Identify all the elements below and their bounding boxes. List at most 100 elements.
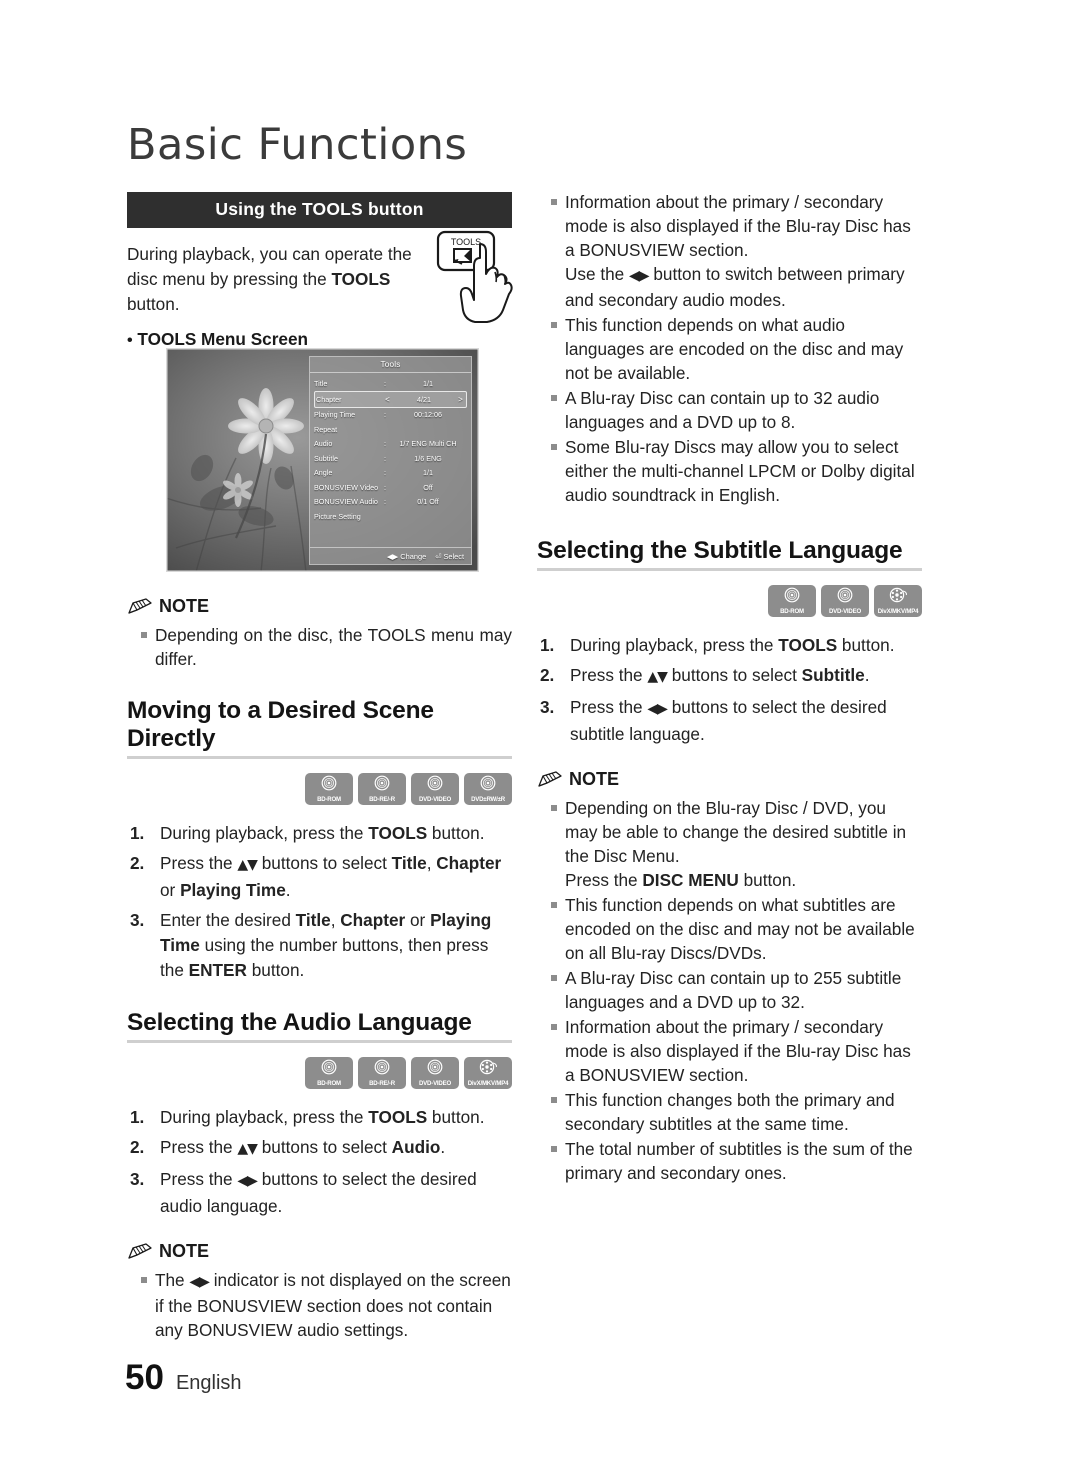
steps-audio-language: 1. During playback, press the TOOLS butto… [127, 1105, 512, 1219]
divx-film-icon [479, 1059, 498, 1075]
tools-row-label: Chapter [316, 394, 342, 404]
tools-row-label: Repeat [314, 424, 338, 434]
tools-row[interactable]: Angle: 1/1 [314, 466, 467, 481]
disc-badge: BD-ROM [305, 1057, 353, 1089]
disc-badge-label: BD-ROM [317, 796, 341, 803]
tools-menu-screenshot: Tools Title: 1/1 Chapter <4/21 > Playing Time… [166, 348, 479, 572]
step-text: Press the ▲▼ buttons to select Subtitle. [570, 665, 870, 685]
right-column: Information about the primary / secondar… [537, 190, 922, 1186]
tools-row-label: Angle [314, 468, 333, 478]
step-text: During playback, press the TOOLS button. [160, 1107, 485, 1127]
tools-row-label: BONUSVIEW Video [314, 482, 379, 492]
intro-text-2: button. [127, 294, 180, 314]
tools-row-label: BONUSVIEW Audio [314, 497, 378, 507]
disc-badge: DVD±RW/±R [464, 773, 512, 805]
note-item: Depending on the Blu-ray Disc / DVD, you… [537, 796, 922, 892]
step-item: 2. Press the ▲▼ buttons to select Title, … [127, 851, 512, 903]
tools-row[interactable]: Subtitle: 1/6 ENG [314, 451, 467, 466]
disc-badge-label: BD-ROM [317, 1080, 341, 1087]
disc-icon [427, 775, 443, 791]
step-item: 3. Press the ◀▶ buttons to select the des… [127, 1167, 512, 1219]
note-item: This function changes both the primary a… [537, 1088, 922, 1136]
disc-badge-label: BD-RE/-R [369, 796, 395, 803]
footer-select: ⏎ Select [435, 552, 464, 561]
step-number: 1. [130, 823, 145, 843]
tools-row-value: Off [423, 482, 433, 492]
tools-row[interactable]: Playing Time: 00:12:06 [314, 408, 467, 423]
left-arrow-icon[interactable]: < [383, 395, 392, 404]
note-item: The ◀▶ indicator is not displayed on the… [127, 1268, 512, 1342]
tools-row-separator: : [384, 497, 386, 507]
step-number: 3. [130, 1169, 145, 1189]
step-number: 2. [130, 853, 145, 873]
note-block-subtitle: NOTE Depending on the Blu-ray Disc / DVD… [537, 769, 922, 1185]
note-item: Information about the primary / secondar… [537, 190, 922, 312]
change-label: Change [400, 551, 427, 561]
tools-row[interactable]: BONUSVIEW Audio: 0/1 Off [314, 495, 467, 510]
note-item: The total number of subtitles is the sum… [537, 1137, 922, 1185]
tools-row-selected[interactable]: Chapter <4/21 > [314, 390, 467, 408]
step-item: 2. Press the ▲▼ buttons to select Subtitl… [537, 663, 922, 690]
tools-row-value: 0/1 Off [417, 497, 439, 507]
step-number: 2. [130, 1137, 145, 1157]
note-item: This function depends on what audio lang… [537, 313, 922, 385]
disc-badges-subtitle-language: BD-ROM DVD-VIDEO DivX/MKV/MP4 [537, 585, 922, 617]
note-items-tools: Depending on the disc, the TOOLS menu ma… [127, 623, 512, 671]
manual-page: Basic Functions Using the TOOLS button D… [0, 0, 1080, 1479]
tools-row-separator: : [384, 410, 386, 420]
disc-badge: BD-RE/-R [358, 773, 406, 805]
tools-panel-rows: Title: 1/1 Chapter <4/21 > Playing Time: 00:12… [310, 373, 471, 524]
step-text: During playback, press the TOOLS button. [160, 823, 485, 843]
note-block-audio: NOTE The ◀▶ indicator is not displayed o… [127, 1241, 512, 1342]
heading-audio-language: Selecting the Audio Language [127, 1009, 512, 1043]
right-arrow-icon[interactable]: > [456, 395, 465, 404]
tools-row-value: 00:12:06 [414, 410, 442, 420]
step-number: 1. [540, 635, 555, 655]
tools-row[interactable]: Title: 1/1 [314, 376, 467, 391]
disc-badge: DivX/MKV/MP4 [874, 585, 922, 617]
disc-badge-label: DVD-VIDEO [418, 796, 452, 803]
change-arrows-icon: ◀▶ [386, 551, 399, 561]
tools-row-separator: : [384, 439, 386, 449]
tools-menu-screen-caption: • TOOLS Menu Screen [127, 329, 512, 350]
pencil-icon [128, 598, 152, 614]
tools-row[interactable]: Audio: 1/7 ENG Multi CH [314, 437, 467, 452]
step-text: During playback, press the TOOLS button. [570, 635, 895, 655]
step-text: Enter the desired Title, Chapter or Play… [160, 910, 492, 980]
tools-row-separator: : [384, 378, 386, 388]
disc-badges-audio-language: BD-ROM BD-RE/-R DVD-VIDEO DivX/MKV/MP4 [127, 1057, 512, 1089]
note-item: Information about the primary / secondar… [537, 1015, 922, 1087]
step-text: Press the ▲▼ buttons to select Audio. [160, 1137, 446, 1157]
note-item: Some Blu-ray Discs may allow you to sele… [537, 435, 922, 507]
tools-row-value: 1/1 [423, 378, 433, 388]
tools-panel-title: Tools [310, 357, 471, 373]
disc-badge-label: DivX/MKV/MP4 [877, 608, 919, 615]
tools-row[interactable]: BONUSVIEW Video: Off [314, 480, 467, 495]
page-footer: 50 English [125, 1358, 242, 1398]
disc-icon [374, 775, 390, 791]
disc-icon [427, 1059, 443, 1075]
disc-icon [321, 1059, 337, 1075]
enter-icon: ⏎ [435, 551, 442, 561]
tools-row[interactable]: Picture Setting [314, 509, 467, 524]
tools-row[interactable]: Repeat [314, 422, 467, 437]
tools-row-label: Playing Time [314, 410, 356, 420]
disc-badge-label: DivX/MKV/MP4 [467, 1080, 509, 1087]
step-number: 1. [130, 1107, 145, 1127]
footer-change: ◀▶ Change [387, 552, 426, 561]
note-block-tools: NOTE Depending on the disc, the TOOLS me… [127, 596, 512, 671]
tools-row-label: Title [314, 378, 328, 388]
disc-badge: DVD-VIDEO [821, 585, 869, 617]
select-label: Select [443, 551, 464, 561]
step-number: 3. [540, 697, 555, 717]
disc-badge: DVD-VIDEO [411, 773, 459, 805]
section-bar-using-tools: Using the TOOLS button [127, 192, 512, 228]
note-header-tools: NOTE [127, 596, 512, 617]
tools-row-label: Picture Setting [314, 511, 361, 521]
disc-badge: BD-RE/-R [358, 1057, 406, 1089]
note-header-subtitle: NOTE [537, 769, 922, 790]
tools-row-separator: : [384, 468, 386, 478]
note-item: A Blu-ray Disc can contain up to 255 sub… [537, 966, 922, 1014]
heading-moving-scene: Moving to a Desired Scene Directly [127, 697, 512, 759]
tools-row-label: Subtitle [314, 453, 338, 463]
